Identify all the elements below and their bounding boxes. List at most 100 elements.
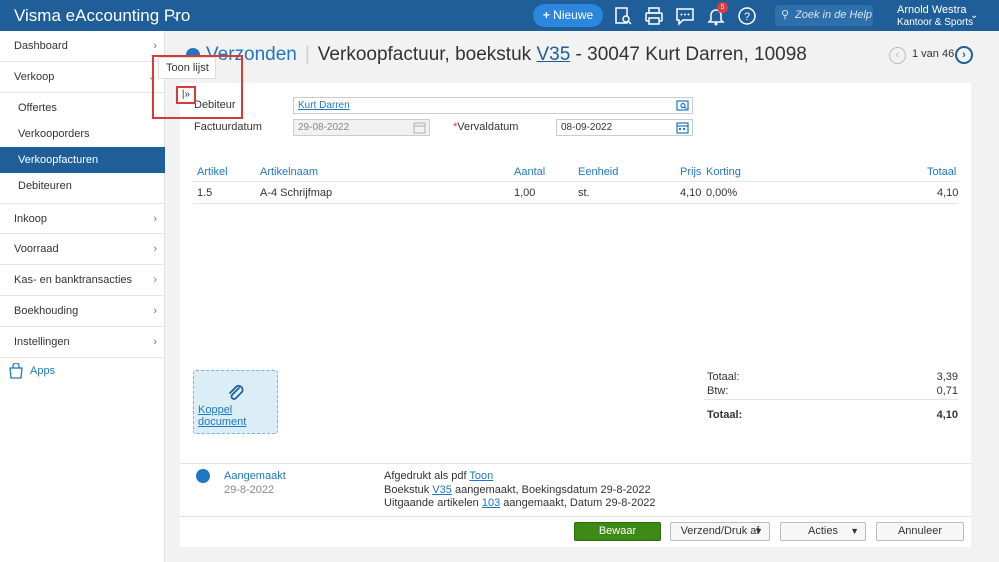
column-header-korting: Korting [706,166,741,178]
invoice-card [180,83,971,463]
sidebar-item-label: Boekhouding [14,305,79,317]
total-label: Totaal: [707,409,743,421]
show-pdf-link[interactable]: Toon [469,470,493,482]
cell-artikel: 1.5 [197,187,213,199]
column-header-totaal: Totaal [927,166,957,178]
chevron-down-icon: ▼ [850,526,859,536]
chevron-right-icon: › [153,274,157,286]
total-value: 4,10 [936,409,958,421]
customer-lookup-icon[interactable] [676,99,689,112]
column-header-artikel: Artikel [197,166,228,178]
sidebar-item-kas-bank[interactable]: Kas- en banktransacties › [0,265,165,296]
chevron-right-icon: › [153,336,157,348]
history-text: Uitgaande artikelen [384,497,479,509]
notification-badge: 5 [717,2,728,13]
cell-artikelnaam: A-4 Schrijfmap [260,187,333,199]
shopping-bag-icon [9,363,23,379]
sidebar-item-verkoop[interactable]: Verkoop ⌄ [0,62,165,93]
sidebar-subitem-offertes[interactable]: Offertes [0,95,165,121]
breadcrumb-separator: | [304,44,310,65]
sidebar-item-label: Verkoop [14,71,55,83]
app-title[interactable]: Visma eAccounting Pro [14,6,190,26]
svg-text:?: ? [744,11,750,23]
save-button[interactable]: Bewaar [574,522,661,541]
pager-text: 1 van 46 [912,48,955,60]
summary-divider [704,399,958,400]
subtotal-value: 3,39 [936,371,958,383]
vervaldatum-label: *Vervaldatum [453,121,518,133]
cell-totaal: 4,10 [937,187,959,199]
actions-button[interactable]: Acties ▼ [780,522,866,541]
help-search-placeholder: Zoek in de Help [795,9,873,21]
new-button-label: Nieuwe [553,8,594,22]
vervaldatum-field[interactable]: 08-09-2022 [556,119,693,136]
voucher-link[interactable]: V35 [536,44,570,65]
chevron-down-icon[interactable]: ⌄ [171,9,180,22]
new-button[interactable]: + Nieuwe [533,4,603,27]
column-header-aantal: Aantal [514,166,546,178]
help-icon[interactable]: ? [737,6,757,26]
vervaldatum-value: 08-09-2022 [561,122,613,133]
paperclip-icon [229,385,244,400]
sidebar-item-inkoop[interactable]: Inkoop › [0,203,165,234]
debiteur-field[interactable]: Kurt Darren [293,97,693,114]
sidebar-item-boekhouding[interactable]: Boekhouding › [0,296,165,327]
document-search-icon[interactable] [613,6,633,26]
sidebar-item-apps[interactable]: Apps [8,363,55,379]
vervaldatum-label-text: Vervaldatum [457,121,519,133]
send-print-label: Verzend/Druk af [680,525,760,537]
user-name[interactable]: Arnold Westra [897,4,967,16]
sidebar-item-instellingen[interactable]: Instellingen › [0,327,165,358]
history-text: aangemaakt, Boekingsdatum 29-8-2022 [454,484,651,496]
sidebar-subitem-verkoopfacturen[interactable]: Verkoopfacturen [0,147,165,173]
sidebar-item-label: Instellingen [14,336,70,348]
debiteur-link[interactable]: Kurt Darren [298,100,350,111]
voucher-link[interactable]: V35 [432,484,452,496]
printer-icon[interactable] [644,6,664,26]
plus-icon: + [542,8,554,22]
history-status-dot [196,469,210,483]
cell-korting: 0,00% [706,187,738,199]
vat-label: Btw: [707,385,729,397]
cell-prijs: 4,10 [680,187,702,199]
show-list-button[interactable]: |» [176,86,196,104]
column-header-artikelnaam: Artikelnaam [260,166,319,178]
sidebar-item-dashboard[interactable]: Dashboard › [0,31,165,62]
page-title: Verzonden | Verkoopfactuur, boekstuk V35 -… [186,44,807,66]
history-text: Afgedrukt als pdf [384,470,467,482]
outgoing-items-link[interactable]: 103 [482,497,500,509]
next-record-button[interactable]: › [955,46,973,64]
history-text: Boekstuk [384,484,430,496]
factuurdatum-field: 29-08-2022 [293,119,430,136]
sidebar-subitem-verkooporders[interactable]: Verkooporders [0,121,165,147]
column-header-eenheid: Eenheid [578,166,619,178]
top-bar: Visma eAccounting Pro ⌄ + Nieuwe 5 ? ⚲ Zo… [0,0,999,31]
calendar-icon[interactable] [676,121,689,134]
title-prefix: Verkoopfactuur, boekstuk [317,44,532,65]
table-row-divider [193,203,958,204]
previous-record-button[interactable]: ‹ [889,47,906,64]
history-entry: Afgedrukt als pdf Toon [384,470,493,482]
send-print-button[interactable]: Verzend/Druk af ▼ [670,522,770,541]
attach-document-link[interactable]: Koppel document [198,404,277,428]
user-org[interactable]: Kantoor & Sports [897,17,973,28]
history-entry: Boekstuk V35 aangemaakt, Boekingsdatum 2… [384,484,651,496]
chevron-down-icon[interactable]: ⌄ [970,10,978,21]
sidebar-item-voorraad[interactable]: Voorraad › [0,234,165,265]
sidebar-item-label: Kas- en banktransacties [14,274,133,286]
cell-eenheid: st. [578,187,590,199]
chevron-right-icon: › [153,243,157,255]
cancel-button[interactable]: Annuleer [876,522,964,541]
sidebar-item-label: Dashboard [14,40,68,52]
chevron-down-icon: ▼ [754,526,763,536]
help-search-input[interactable]: ⚲ Zoek in de Help [775,5,873,26]
column-header-prijs: Prijs [680,166,702,178]
history-entry: Uitgaande artikelen 103 aangemaakt, Datu… [384,497,656,509]
sidebar-subitem-debiteuren[interactable]: Debiteuren [0,173,165,199]
sidebar: Dashboard › Verkoop ⌄ Offertes Verkooporde… [0,31,165,562]
search-icon: ⚲ [781,9,790,21]
highlight-annotation [152,55,243,119]
table-header-divider [193,181,958,182]
attach-document-dropzone[interactable]: Koppel document [193,370,278,434]
chat-icon[interactable] [675,6,695,26]
